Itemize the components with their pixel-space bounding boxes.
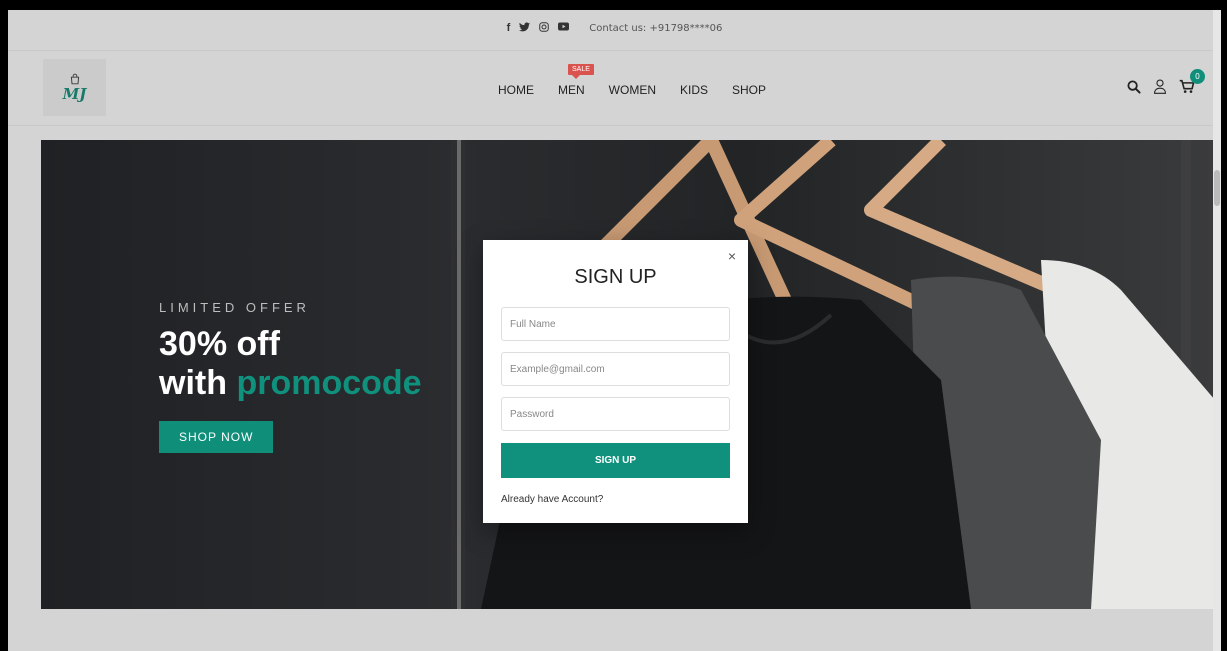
hero-headline-accent: promocode	[236, 364, 422, 403]
contact-info: Contact us: +91798****06	[589, 22, 723, 34]
nav-men-label: MEN	[558, 83, 585, 97]
nav-home[interactable]: HOME	[498, 83, 534, 97]
header-tools: 0	[1127, 69, 1205, 94]
hero-headline-prefix: with	[159, 364, 237, 403]
search-icon[interactable]	[1127, 79, 1141, 94]
site-header: MJ HOME SALE MEN WOMEN KIDS SHOP 0	[8, 50, 1221, 126]
page-scrollbar[interactable]	[1213, 10, 1221, 651]
login-link[interactable]: Already have Account?	[501, 494, 730, 505]
sale-badge: SALE	[568, 64, 594, 79]
nav-men[interactable]: SALE MEN	[558, 64, 594, 97]
close-icon[interactable]: ×	[728, 248, 736, 264]
cart-count-badge: 0	[1190, 69, 1205, 84]
full-name-field[interactable]	[501, 307, 730, 341]
signup-modal: × SIGN UP SIGN UP Already have Account?	[483, 240, 748, 523]
hero-eyebrow: LIMITED OFFER	[159, 300, 310, 315]
password-field[interactable]	[501, 397, 730, 431]
top-bar: f Contact us: +91798****06	[8, 10, 1221, 46]
hero-copy: LIMITED OFFER 30% off with promocode SHO…	[159, 300, 422, 454]
nav-kids[interactable]: KIDS	[680, 83, 708, 97]
social-links: f	[507, 21, 570, 35]
cart-button[interactable]: 0	[1179, 69, 1205, 94]
hero-headline: 30% off with promocode	[159, 325, 422, 403]
brand-logo[interactable]: MJ	[43, 59, 106, 116]
signup-title: SIGN UP	[574, 266, 657, 288]
email-field[interactable]	[501, 352, 730, 386]
nav-shop[interactable]: SHOP	[732, 83, 766, 97]
main-nav: HOME SALE MEN WOMEN KIDS SHOP	[498, 64, 766, 97]
instagram-icon[interactable]	[539, 21, 550, 35]
shop-now-button[interactable]: SHOP NOW	[159, 421, 274, 454]
youtube-icon[interactable]	[558, 22, 570, 34]
hero-headline-line2: with promocode	[159, 364, 422, 403]
twitter-icon[interactable]	[519, 21, 531, 35]
facebook-icon[interactable]: f	[507, 22, 511, 34]
scrollbar-thumb[interactable]	[1214, 170, 1220, 206]
browser-viewport: f Contact us: +91798****06 MJ HOME SALE …	[8, 10, 1221, 651]
hero-headline-line1: 30% off	[159, 325, 280, 363]
logo-mark: MJ	[62, 85, 87, 103]
user-icon[interactable]	[1153, 79, 1167, 94]
rack-pole	[457, 140, 461, 609]
signup-submit-button[interactable]: SIGN UP	[501, 443, 730, 478]
nav-women[interactable]: WOMEN	[609, 83, 656, 97]
